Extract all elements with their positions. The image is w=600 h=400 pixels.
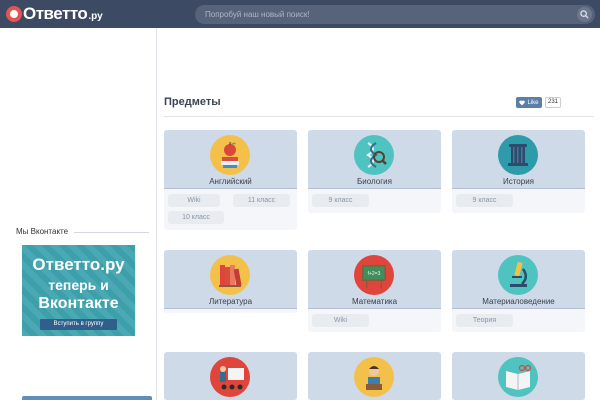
logo-text: Ответто	[23, 4, 88, 23]
card-header: Биология	[308, 130, 441, 189]
card-header	[308, 352, 441, 400]
tag-chip[interactable]: 11 класс	[233, 194, 290, 207]
tag-chip[interactable]: Wiki	[312, 314, 369, 327]
divider	[74, 232, 149, 233]
subject-card[interactable]: Биология 9 класс	[308, 130, 441, 213]
column-icon	[498, 135, 538, 175]
like-label: Like	[527, 99, 539, 106]
divider	[164, 116, 594, 117]
subject-name: Литература	[208, 297, 253, 306]
tag-chip[interactable]: 10 класс	[168, 211, 224, 224]
vk-banner[interactable]: Ответто.ру теперь и Вконтакте Вступить в…	[22, 245, 135, 336]
subject-name: Материаловедение	[482, 297, 555, 306]
card-header: Литература	[164, 250, 297, 309]
like-count: 231	[545, 97, 561, 108]
card-header	[452, 352, 585, 400]
vk-section-title: Мы Вконтакте	[16, 227, 69, 236]
left-sidebar: Мы Вконтакте Ответто.ру теперь и Вконтак…	[0, 28, 157, 400]
subject-card[interactable]	[452, 352, 585, 400]
tag-chip[interactable]: 9 класс	[312, 194, 369, 207]
lifebuoy-icon	[6, 6, 22, 22]
subject-card[interactable]: Материаловедение Теория	[452, 250, 585, 332]
like-button[interactable]: Like	[516, 97, 542, 108]
join-group-button[interactable]: Вступить в группу	[40, 319, 117, 330]
card-header: f+2=3 Математика	[308, 250, 441, 309]
heart-icon	[519, 100, 526, 105]
tag-chip[interactable]: 9 класс	[456, 194, 513, 207]
subject-card[interactable]: f+2=3 Математика Wiki	[308, 250, 441, 332]
subject-card[interactable]	[308, 352, 441, 400]
card-header: Английский	[164, 130, 297, 189]
card-header: История	[452, 130, 585, 189]
tag-chip[interactable]: Wiki	[168, 194, 220, 207]
search-icon	[580, 10, 589, 19]
subject-card[interactable]: Литература	[164, 250, 297, 313]
blackboard-icon: f+2=3	[354, 255, 394, 295]
site-logo[interactable]: Ответто .ру	[6, 4, 103, 24]
subject-card[interactable]: История 9 класс	[452, 130, 585, 213]
tag-chip[interactable]: Теория	[456, 314, 513, 327]
search-button[interactable]	[577, 7, 592, 22]
presenter-icon	[210, 357, 250, 397]
dna-magnifier-icon	[354, 135, 394, 175]
subject-name: Биология	[357, 177, 392, 186]
banner-line-2: теперь и	[48, 277, 109, 293]
banner-line-3: Вконтакте	[38, 295, 119, 312]
subject-name: История	[502, 177, 535, 186]
top-header: Ответто .ру	[0, 0, 600, 28]
card-header	[164, 352, 297, 400]
books-icon	[210, 255, 250, 295]
page-title: Предметы	[164, 96, 221, 108]
subject-card[interactable]: Английский Wiki 11 класс 10 класс	[164, 130, 297, 230]
subject-name: Английский	[209, 177, 252, 186]
subject-name: Математика	[351, 297, 398, 306]
svg-text:f+2=3: f+2=3	[368, 271, 381, 277]
teacher-icon	[354, 357, 394, 397]
banner-line-1: Ответто.ру	[32, 255, 125, 274]
microscope-icon	[498, 255, 538, 295]
apple-books-icon	[210, 135, 250, 175]
sidebar-bottom-button[interactable]	[22, 396, 152, 400]
search-bar	[195, 5, 595, 24]
logo-domain: .ру	[88, 11, 103, 22]
card-header: Материаловедение	[452, 250, 585, 309]
subject-card[interactable]	[164, 352, 297, 400]
open-book-icon	[498, 357, 538, 397]
search-input[interactable]	[205, 5, 565, 24]
